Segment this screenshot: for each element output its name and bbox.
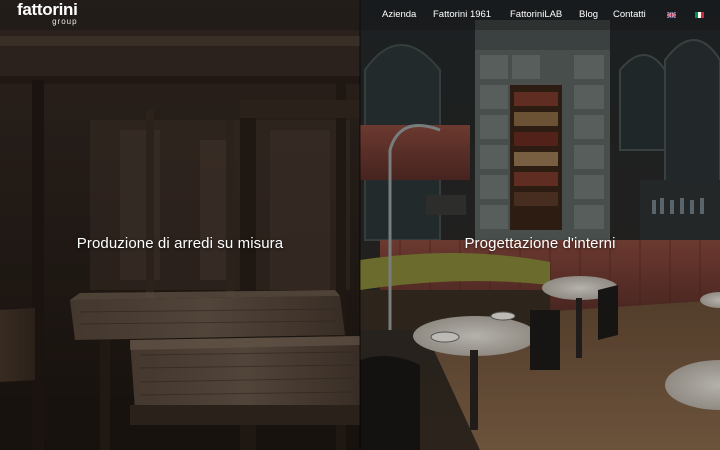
italy-flag-icon[interactable]	[695, 12, 704, 18]
site-header: fattorini group Azienda Fattorini 1961 F…	[0, 0, 720, 30]
panel-divider	[359, 0, 361, 450]
nav-item-fattorinilab[interactable]: FattoriniLAB	[510, 9, 562, 20]
panel-title-interior-design[interactable]: Progettazione d'interni	[360, 235, 720, 252]
nav-item-azienda[interactable]: Azienda	[382, 9, 416, 20]
panel-interior-design[interactable]: Progettazione d'interni	[360, 0, 720, 450]
nav-item-fattorini-1961[interactable]: Fattorini 1961	[433, 9, 491, 20]
brand-sub: group	[52, 17, 78, 26]
nav-item-contatti[interactable]: Contatti	[613, 9, 646, 20]
panel-production[interactable]: Produzione di arredi su misura	[0, 0, 360, 450]
uk-flag-icon[interactable]	[667, 12, 676, 18]
wooden-stools-photo	[0, 0, 360, 450]
brand-logo[interactable]: fattorini group	[17, 1, 78, 26]
nav-item-blog[interactable]: Blog	[579, 9, 598, 20]
restaurant-interior-photo	[360, 0, 720, 450]
panel-title-production[interactable]: Produzione di arredi su misura	[0, 235, 360, 252]
